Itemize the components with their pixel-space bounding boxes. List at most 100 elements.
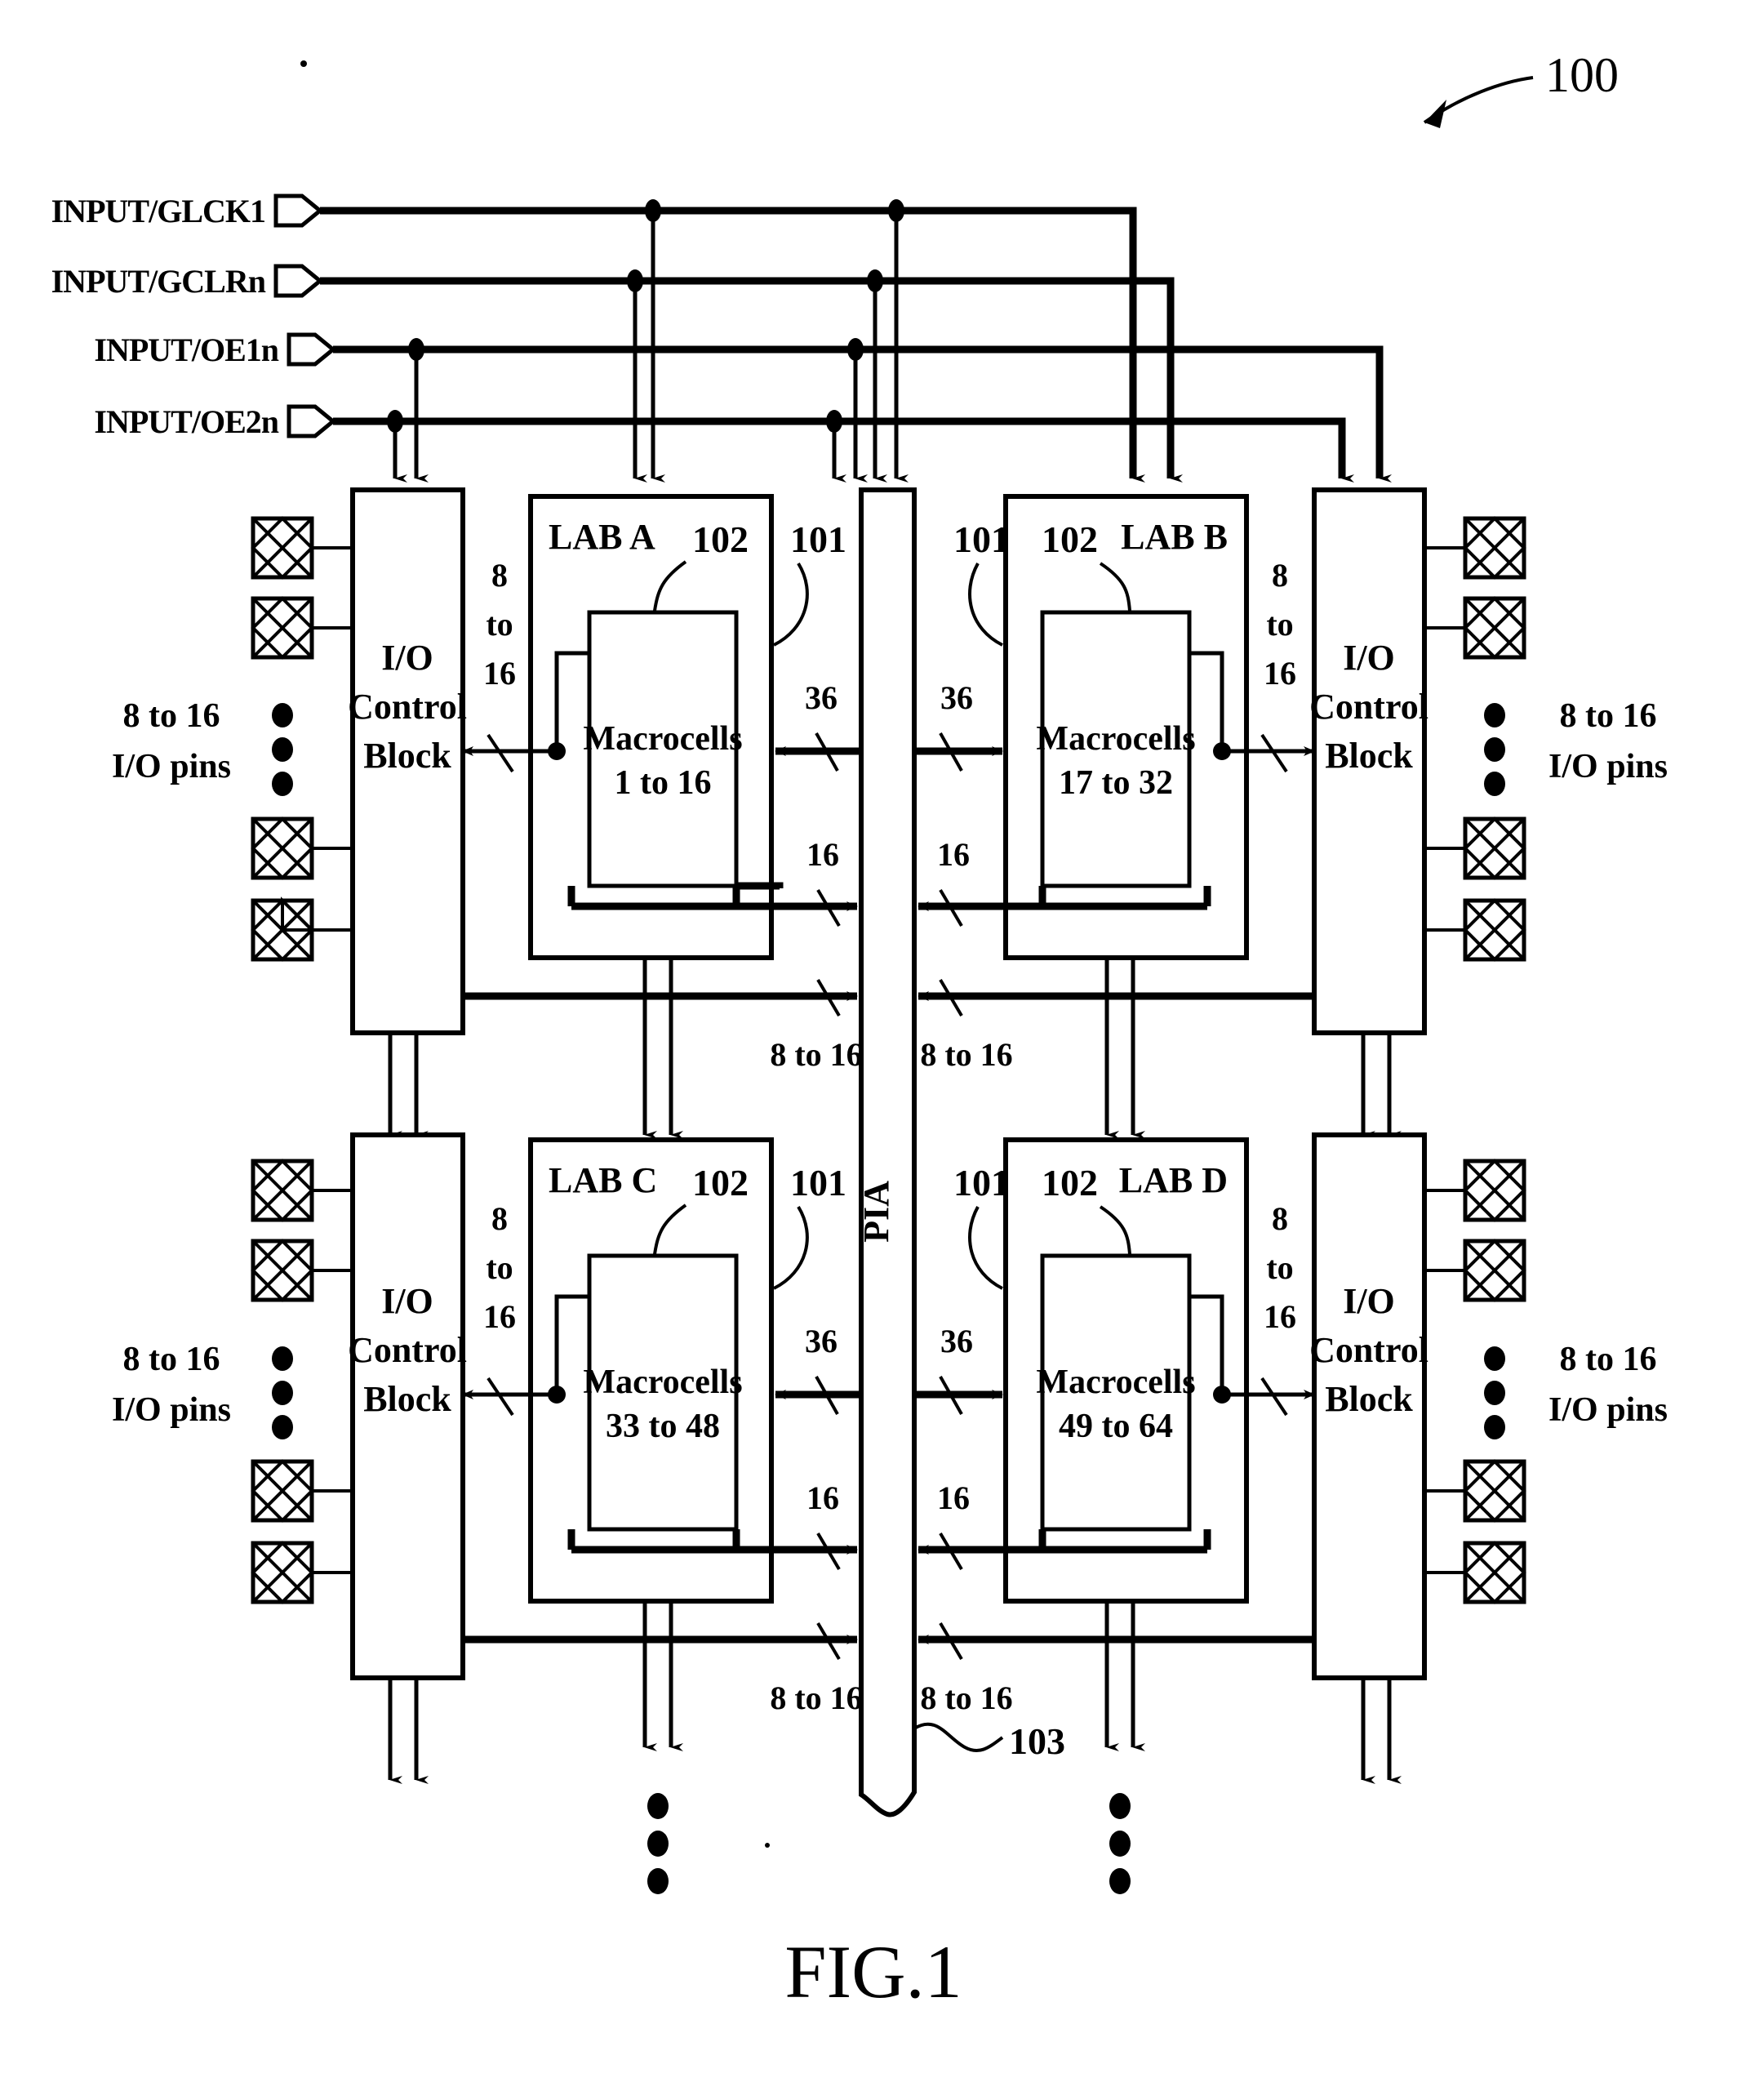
io-control-block-top-left[interactable]: I/O Control Block (348, 487, 467, 1035)
lab-a-title: LAB A (549, 517, 655, 557)
bus-label-36-a: 36 (805, 679, 838, 716)
bus-label-16-b: 16 (1264, 655, 1296, 692)
vertical-ellipsis-dot (1109, 1868, 1131, 1894)
lab-a[interactable]: LAB A 102 Macrocells 1 to 16 101 (528, 494, 846, 960)
io-pins-count-line1: 8 to 16 (123, 697, 220, 735)
io-control-block-bottom-left[interactable]: I/O Control Block (348, 1132, 467, 1680)
bus-label-16: 16 (483, 655, 516, 692)
io-control-block-top-right[interactable]: I/O Control Block (1309, 487, 1429, 1035)
input-pin-symbol-oe2n (287, 404, 336, 438)
lab-b-macrocells-line1: Macrocells (1036, 720, 1195, 758)
vertical-ellipsis-dot (1109, 1831, 1131, 1857)
device-ref-label: 100 (1545, 48, 1619, 102)
input-label-oe1n: INPUT/OE1n (94, 331, 278, 368)
bus-label-8: 8 (491, 557, 508, 594)
bus-label-16-c2: 16 (806, 1479, 839, 1516)
io-pin-icon[interactable] (251, 1459, 353, 1523)
io-pin-icon[interactable] (1424, 1159, 1526, 1222)
io-block-label-line3: Block (1325, 736, 1413, 776)
lab-b-ref: 101 (953, 518, 1010, 560)
device-reference-100: 100 (1423, 48, 1619, 128)
pia-label: PIA (856, 1181, 896, 1243)
lab-d-macrocells-line1: Macrocells (1036, 1364, 1195, 1401)
lab-d-macrocells-line2: 49 to 64 (1059, 1408, 1173, 1445)
cpld-block-diagram: 100 INPUT/GLCK1 INPUT/GCLRn INPUT/OE1n I… (51, 48, 1668, 2013)
bus-label-8to16-d: 8 to 16 (920, 1679, 1012, 1716)
io-pins-count-line2: I/O pins (1548, 1391, 1668, 1429)
scan-artifact-speck (765, 1843, 770, 1848)
lab-c-macrocells-line1: Macrocells (583, 1364, 742, 1401)
figure-root: 100 INPUT/GLCK1 INPUT/GCLRn INPUT/OE1n I… (0, 0, 1764, 2091)
lab-d-macrocell-ref: 102 (1042, 1162, 1098, 1203)
global-input-routing (320, 199, 1392, 483)
bus-label-to: to (486, 606, 513, 643)
pia-ref-label: 103 (1009, 1720, 1065, 1762)
vertical-ellipsis-dot (1484, 1415, 1505, 1439)
vertical-ellipsis-dot (1484, 737, 1505, 762)
lab-b[interactable]: LAB B 102 Macrocells 17 to 32 101 (953, 494, 1249, 960)
io-pin-icon[interactable] (1424, 1541, 1526, 1604)
io-pin-icon[interactable] (251, 1239, 353, 1302)
figure-caption: FIG.1 (784, 1930, 962, 2013)
io-block-label-line1: I/O (1343, 1281, 1395, 1321)
lab-b-title: LAB B (1121, 517, 1228, 557)
vertical-ellipsis-dot (272, 703, 293, 727)
io-block-label-line1: I/O (381, 1281, 433, 1321)
vertical-ellipsis-dot (1109, 1793, 1131, 1819)
io-pin-icon[interactable] (251, 596, 353, 660)
bus-label-8to16-b: 8 to 16 (920, 1036, 1012, 1073)
io-block-label-line2: Control (348, 1330, 467, 1370)
lab-d[interactable]: LAB D 102 Macrocells 49 to 64 101 (953, 1137, 1249, 1604)
lab-d-title: LAB D (1119, 1160, 1228, 1200)
lab-b-macrocells-line2: 17 to 32 (1059, 764, 1173, 802)
io-pin-icon[interactable] (251, 1159, 353, 1222)
vertical-ellipsis-dot (1484, 703, 1505, 727)
io-pin-icon[interactable] (251, 516, 353, 580)
bus-label-8-b: 8 (1272, 557, 1288, 594)
io-pins-top-right[interactable]: 8 to 16 I/O pins (1424, 516, 1668, 962)
io-block-label-line2: Control (348, 687, 467, 727)
vertical-ellipsis-dot (1484, 772, 1505, 796)
io-pin-icon[interactable] (1424, 816, 1526, 880)
io-pin-icon[interactable] (251, 896, 353, 962)
io-block-label-line1: I/O (381, 638, 433, 678)
lab-c-ref: 101 (790, 1162, 846, 1203)
io-pins-bottom-right[interactable]: 8 to 16 I/O pins (1424, 1159, 1668, 1604)
io-block-label-line2: Control (1309, 687, 1429, 727)
lab-a-macrocells-line1: Macrocells (583, 720, 742, 758)
io-pins-count-line2: I/O pins (112, 1391, 231, 1429)
io-pins-top-left[interactable]: 8 to 16 I/O pins (112, 516, 353, 962)
io-control-block-bottom-right[interactable]: I/O Control Block (1309, 1132, 1429, 1680)
input-label-oe2n: INPUT/OE2n (94, 403, 278, 440)
vertical-ellipsis-dot (647, 1831, 669, 1857)
vertical-ellipsis-dot (647, 1868, 669, 1894)
global-input-group: INPUT/GLCK1 INPUT/GCLRn INPUT/OE1n INPUT… (51, 193, 336, 440)
io-block-label-line1: I/O (1343, 638, 1395, 678)
io-pin-icon[interactable] (1424, 1459, 1526, 1523)
lab-c[interactable]: LAB C 102 Macrocells 33 to 48 101 (528, 1137, 846, 1604)
lab-c-macrocells-line2: 33 to 48 (606, 1408, 720, 1445)
io-pins-count-line1: 8 to 16 (1560, 1341, 1657, 1378)
io-pins-bottom-left[interactable]: 8 to 16 I/O pins (112, 1159, 353, 1604)
vertical-ellipsis-dot (1484, 1346, 1505, 1371)
bus-label-16-a: 16 (806, 836, 839, 873)
input-label-gclrn: INPUT/GCLRn (51, 263, 266, 300)
io-pin-icon[interactable] (251, 1541, 353, 1604)
bus-label-to-b: to (1266, 606, 1293, 643)
lab-a-ref: 101 (790, 518, 846, 560)
io-pin-icon[interactable] (1424, 898, 1526, 962)
io-pin-icon[interactable] (251, 816, 353, 880)
bus-label-36-d: 36 (940, 1323, 973, 1359)
bus-label-36-b: 36 (940, 679, 973, 716)
io-pin-icon[interactable] (1424, 596, 1526, 660)
bus-label-16-c: 16 (483, 1298, 516, 1335)
lab-b-macrocell-ref: 102 (1042, 518, 1098, 560)
bus-label-8-d: 8 (1272, 1200, 1288, 1237)
io-pin-icon[interactable] (1424, 1239, 1526, 1302)
bus-label-to-c: to (486, 1249, 513, 1286)
input-label-glck1: INPUT/GLCK1 (51, 193, 265, 229)
io-block-label-line2: Control (1309, 1330, 1429, 1370)
input-pin-symbol-glck1 (273, 194, 323, 228)
io-pins-count-line2: I/O pins (1548, 748, 1668, 785)
io-pin-icon[interactable] (1424, 516, 1526, 580)
